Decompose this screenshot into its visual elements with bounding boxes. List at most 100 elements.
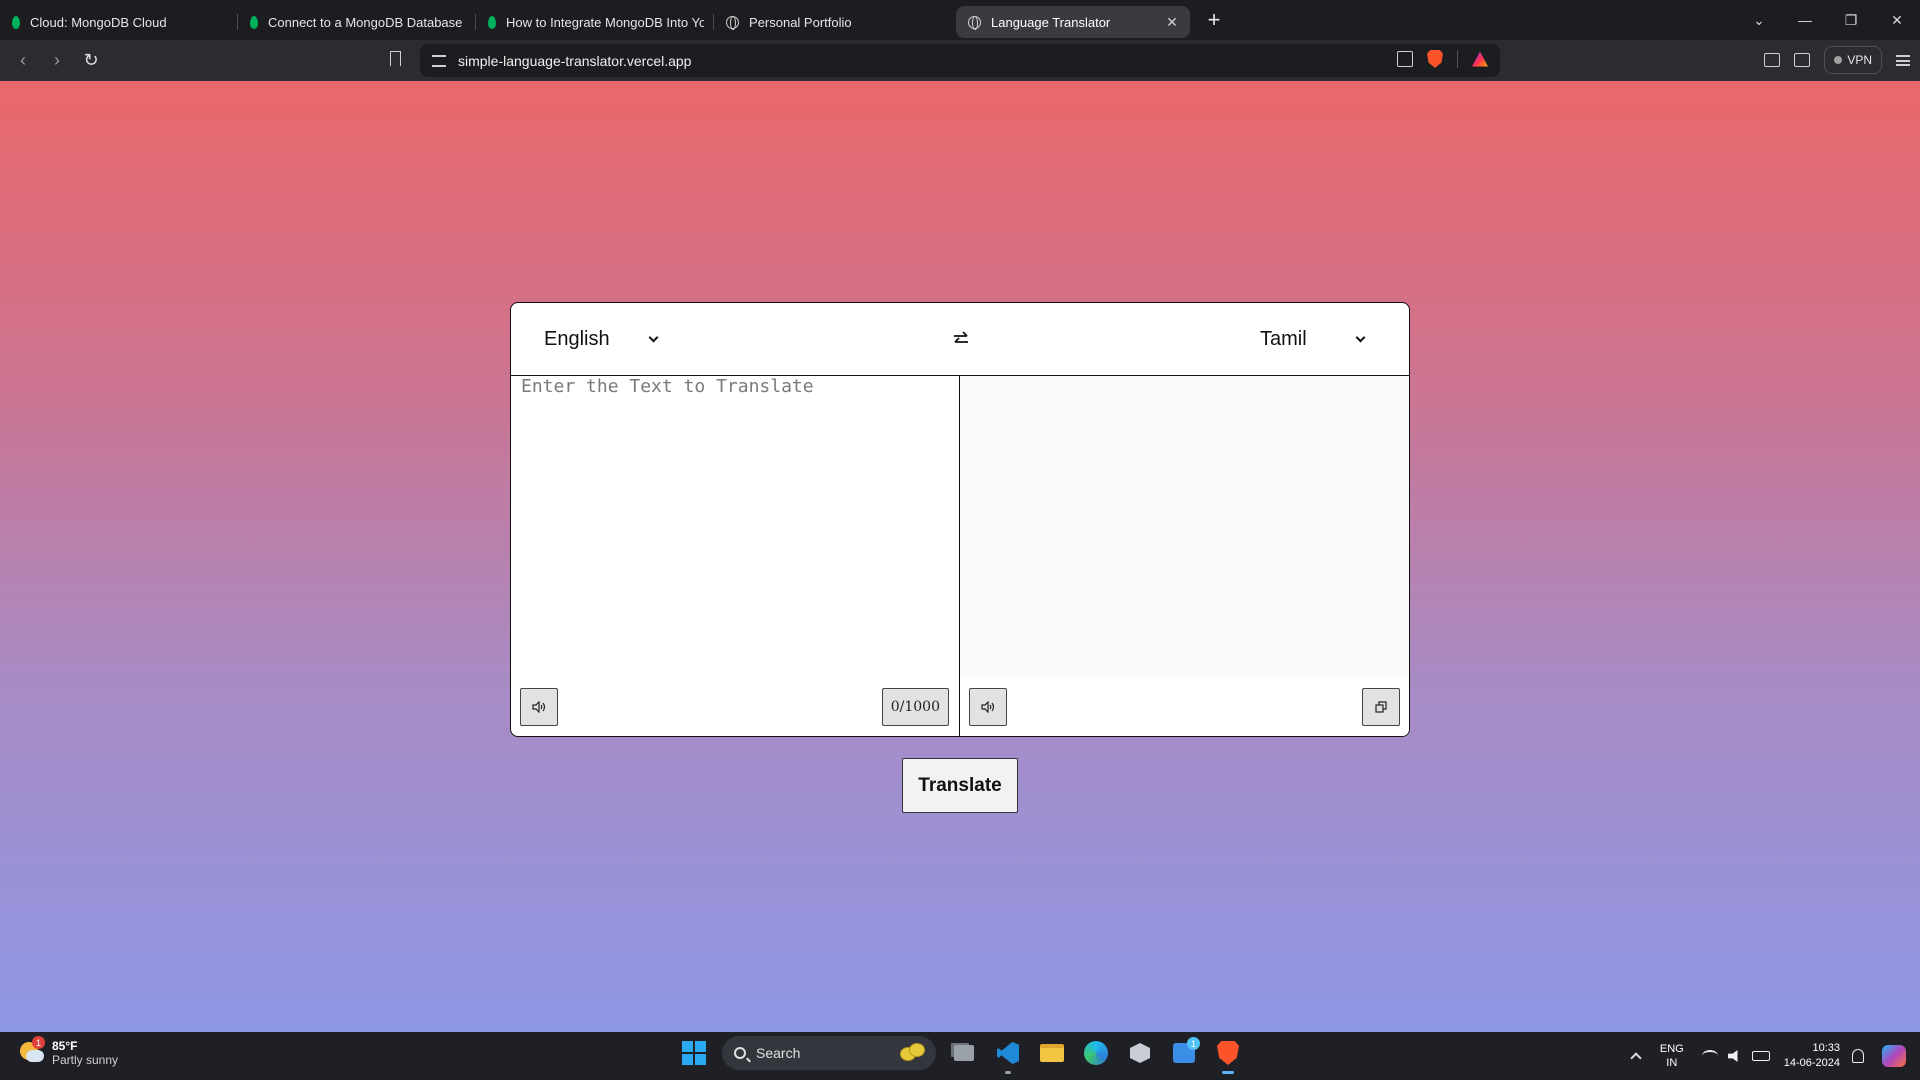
new-tab-button[interactable]: + xyxy=(1200,6,1228,34)
tab-title: How to Integrate MongoDB Into You xyxy=(506,14,704,30)
edge-icon xyxy=(1084,1041,1108,1065)
source-language-select[interactable]: English xyxy=(544,303,659,376)
notification-bell-icon[interactable] xyxy=(1852,1049,1864,1063)
taskbar-apps: Search 1 xyxy=(678,1036,1244,1074)
search-label: Search xyxy=(756,1045,801,1061)
mongodb-leaf-icon xyxy=(488,15,496,29)
translate-button[interactable]: Translate xyxy=(902,758,1018,813)
tab-language-translator[interactable]: Language Translator ✕ xyxy=(956,6,1190,38)
tab-title: Cloud: MongoDB Cloud xyxy=(30,14,167,30)
partly-sunny-icon: 1 xyxy=(18,1036,45,1066)
site-settings-icon[interactable] xyxy=(432,54,446,67)
target-language-value: Tamil xyxy=(1260,328,1307,350)
input-language-indicator[interactable]: ENG IN xyxy=(1660,1042,1684,1070)
share-icon[interactable] xyxy=(1397,51,1413,67)
tab-mongodb-cloud[interactable]: Cloud: MongoDB Cloud xyxy=(0,6,238,38)
clock-date: 14-06-2024 xyxy=(1783,1057,1840,1069)
back-button[interactable]: ‹ xyxy=(6,46,40,76)
page-viewport: English Tamil Enter the Text to Translat… xyxy=(0,81,1920,1032)
system-tray: ENG IN 10:33 14-06-2024 xyxy=(1630,1032,1920,1080)
target-controls xyxy=(960,676,1409,736)
target-pane xyxy=(960,376,1409,736)
volume-icon xyxy=(1727,1050,1738,1062)
weather-badge: 1 xyxy=(32,1036,45,1049)
vpn-status-icon xyxy=(1834,56,1843,64)
language-bar: English Tamil xyxy=(511,303,1409,376)
minimize-button[interactable]: — xyxy=(1782,0,1828,40)
file-explorer-app[interactable] xyxy=(1036,1037,1068,1069)
brave-icon xyxy=(1217,1041,1239,1065)
vpn-label: VPN xyxy=(1847,53,1872,67)
windows-taskbar: 1 85°F Partly sunny Search 1 ENG IN 10:3… xyxy=(0,1032,1920,1080)
tab-title: Language Translator xyxy=(991,14,1111,30)
source-text-input[interactable]: Enter the Text to Translate xyxy=(521,376,814,397)
taskbar-search[interactable]: Search xyxy=(722,1036,936,1070)
speaker-icon xyxy=(981,701,995,713)
globe-icon xyxy=(726,15,739,30)
search-icon xyxy=(734,1047,746,1059)
search-highlight-icon xyxy=(900,1041,926,1063)
tab-title: Personal Portfolio xyxy=(749,14,852,30)
start-button[interactable] xyxy=(678,1037,710,1069)
dev-home-app[interactable] xyxy=(1124,1037,1156,1069)
battery-icon xyxy=(1751,1051,1770,1061)
menu-icon[interactable] xyxy=(1896,54,1910,66)
vscode-icon xyxy=(997,1042,1019,1064)
windows-logo-icon xyxy=(682,1041,706,1065)
source-language-value: English xyxy=(544,328,610,350)
tab-connect-mongodb[interactable]: Connect to a MongoDB Database Us xyxy=(238,6,476,38)
tab-personal-portfolio[interactable]: Personal Portfolio xyxy=(714,6,952,38)
tab-search-chevron-icon[interactable]: ⌄ xyxy=(1736,0,1782,40)
vscode-app[interactable] xyxy=(992,1037,1024,1074)
restore-button[interactable]: ❐ xyxy=(1828,0,1874,40)
tab-integrate-mongodb[interactable]: How to Integrate MongoDB Into You xyxy=(476,6,714,38)
forward-button[interactable]: › xyxy=(40,46,74,76)
edge-app[interactable] xyxy=(1080,1037,1112,1069)
copilot-icon[interactable] xyxy=(1882,1045,1906,1067)
address-bar[interactable]: simple-language-translator.vercel.app xyxy=(420,44,1500,77)
weather-widget[interactable]: 1 85°F Partly sunny xyxy=(18,1036,118,1067)
close-window-button[interactable]: ✕ xyxy=(1874,0,1920,40)
brave-rewards-icon[interactable] xyxy=(1472,51,1488,67)
source-speak-button[interactable] xyxy=(520,688,558,726)
reload-button[interactable]: ↻ xyxy=(74,46,108,76)
clock-time: 10:33 xyxy=(1812,1042,1840,1054)
quick-settings[interactable] xyxy=(1701,1050,1770,1062)
mongodb-leaf-icon xyxy=(12,15,20,29)
vpn-button[interactable]: VPN xyxy=(1824,46,1882,74)
browser-toolbar: ‹ › ↻ simple-language-translator.vercel.… xyxy=(0,40,1920,81)
address-bar-actions xyxy=(1397,50,1488,68)
target-language-select[interactable]: Tamil xyxy=(1260,303,1366,376)
copy-button[interactable] xyxy=(1362,688,1400,726)
task-view-button[interactable] xyxy=(948,1037,980,1069)
clock[interactable]: 10:33 14-06-2024 xyxy=(1784,1041,1840,1071)
wallet-icon[interactable] xyxy=(1794,53,1811,67)
window-controls: ⌄ — ❐ ✕ xyxy=(1736,0,1920,40)
swap-languages-icon[interactable] xyxy=(953,330,969,348)
target-speak-button[interactable] xyxy=(969,688,1007,726)
url-text[interactable]: simple-language-translator.vercel.app xyxy=(458,53,691,69)
task-view-icon xyxy=(954,1045,974,1061)
tab-close-icon[interactable]: ✕ xyxy=(1164,14,1180,30)
store-app[interactable]: 1 xyxy=(1168,1037,1200,1069)
source-controls: 0/1000 xyxy=(511,676,959,736)
store-badge: 1 xyxy=(1187,1037,1200,1050)
dev-home-icon xyxy=(1130,1043,1150,1063)
divider xyxy=(1457,50,1458,68)
tab-title: Connect to a MongoDB Database Us xyxy=(268,14,466,30)
globe-icon xyxy=(968,15,981,30)
weather-temp: 85°F xyxy=(52,1039,78,1053)
copy-icon xyxy=(1375,701,1387,713)
sidebar-toggle-icon[interactable] xyxy=(1764,53,1781,67)
chevron-down-icon xyxy=(1355,332,1366,342)
brave-app[interactable] xyxy=(1212,1037,1244,1074)
toolbar-right-actions: VPN xyxy=(1764,46,1910,74)
bookmark-icon[interactable] xyxy=(390,51,401,66)
chevron-down-icon xyxy=(648,332,659,342)
lang-line1: ENG xyxy=(1659,1043,1684,1055)
browser-tab-strip: Cloud: MongoDB Cloud Connect to a MongoD… xyxy=(0,0,1920,40)
brave-shields-icon[interactable] xyxy=(1427,50,1443,68)
wifi-icon xyxy=(1701,1050,1718,1062)
chevron-up-icon[interactable] xyxy=(1630,1052,1642,1064)
lang-line2: IN xyxy=(1666,1057,1678,1069)
